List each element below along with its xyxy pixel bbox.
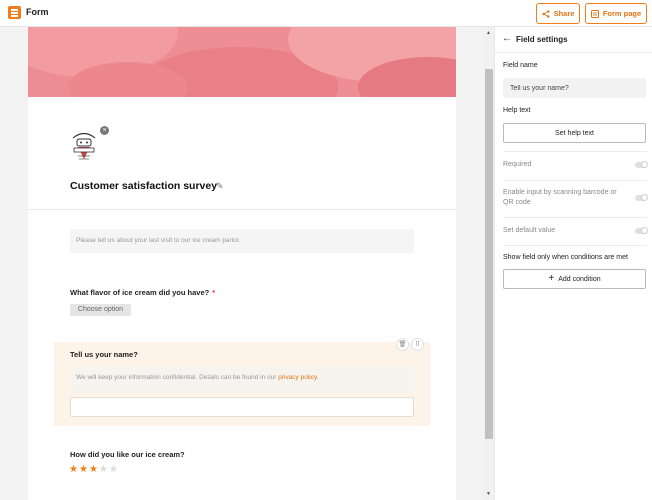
help-text-suffix: . (316, 374, 319, 381)
scroll-up-icon[interactable]: ▲ (486, 30, 491, 36)
form-card: × Customer satisfaction survey ✎ Please … (28, 27, 456, 500)
panel-title: Field settings (516, 35, 568, 44)
form-page-button-label: Form page (602, 9, 642, 18)
star-icon[interactable]: ★ (79, 465, 88, 475)
conditions-label: Show field only when conditions are met (503, 254, 628, 261)
share-icon (542, 9, 550, 18)
divider (503, 180, 647, 181)
app-title: Form (26, 7, 49, 17)
star-icon[interactable]: ★ (69, 465, 78, 475)
star-rating[interactable]: ★ ★ ★ ★ ★ (69, 465, 118, 475)
question-flavor-label[interactable]: What flavor of ice cream did you have? * (70, 288, 215, 297)
divider (28, 209, 456, 210)
star-icon[interactable]: ★ (99, 465, 108, 475)
privacy-policy-link[interactable]: privacy policy (278, 374, 317, 381)
top-bar: Form Share Form page (0, 0, 652, 27)
share-button[interactable]: Share (536, 3, 580, 24)
field-name-input[interactable] (503, 78, 646, 98)
question-toolbar: 🗑 ⠿ (396, 338, 424, 351)
add-condition-label: Add condition (558, 275, 601, 283)
divider (503, 151, 647, 152)
arrow-left-icon[interactable]: ← (502, 33, 512, 44)
default-value-toggle[interactable] (635, 227, 648, 234)
question-rating-label[interactable]: How did you like our ice cream? (70, 450, 185, 459)
question-flavor-text: What flavor of ice cream did you have? (70, 288, 210, 297)
panel-header: ← Field settings (495, 27, 652, 53)
required-row: Required (503, 160, 648, 170)
question-name-help: We will keep your information confidenti… (70, 366, 414, 393)
default-value-row: Set default value (503, 226, 648, 236)
question-name-card[interactable]: 🗑 ⠿ Tell us your name? We will keep your… (54, 338, 430, 426)
company-logo[interactable] (70, 129, 98, 163)
drag-handle-icon[interactable]: ⠿ (411, 338, 424, 351)
default-value-label: Set default value (503, 227, 556, 234)
divider (503, 217, 647, 218)
intro-text[interactable]: Please tell us about your last visit to … (70, 229, 414, 253)
pencil-icon[interactable]: ✎ (216, 181, 224, 192)
field-settings-panel: ← Field settings Field name Help text Se… (494, 27, 652, 500)
divider (503, 245, 647, 246)
set-help-text-button[interactable]: Set help text (503, 123, 646, 143)
canvas-scrollbar[interactable]: ▲ ▼ (484, 27, 494, 500)
header-image[interactable] (28, 27, 456, 97)
form-canvas: × Customer satisfaction survey ✎ Please … (0, 27, 494, 500)
share-button-label: Share (553, 9, 575, 18)
form-page-icon (590, 9, 599, 18)
form-page-button[interactable]: Form page (585, 3, 647, 24)
scroll-down-icon[interactable]: ▼ (486, 491, 491, 497)
scan-toggle[interactable] (635, 194, 648, 201)
scan-row: Enable input by scanning barcode or QR c… (503, 188, 648, 208)
scan-label: Enable input by scanning barcode or QR c… (503, 189, 617, 206)
trash-icon[interactable]: 🗑 (396, 338, 409, 351)
form-app-icon (8, 6, 21, 19)
question-name-label: Tell us your name? (70, 350, 138, 359)
add-condition-button[interactable]: + Add condition (503, 269, 646, 289)
star-icon[interactable]: ★ (89, 465, 98, 475)
help-text-label: Help text (503, 107, 531, 114)
name-input[interactable] (70, 397, 414, 417)
flavor-select[interactable]: Choose option (70, 304, 131, 316)
scroll-thumb[interactable] (485, 69, 493, 439)
form-title[interactable]: Customer satisfaction survey (70, 180, 217, 192)
field-name-label: Field name (503, 62, 538, 69)
help-text: We will keep your information confidenti… (76, 374, 279, 381)
required-label: Required (503, 161, 532, 168)
required-marker: * (212, 288, 216, 297)
plus-icon: + (548, 273, 555, 284)
close-icon[interactable]: × (100, 126, 109, 135)
star-icon[interactable]: ★ (109, 465, 118, 475)
required-toggle[interactable] (635, 161, 648, 168)
